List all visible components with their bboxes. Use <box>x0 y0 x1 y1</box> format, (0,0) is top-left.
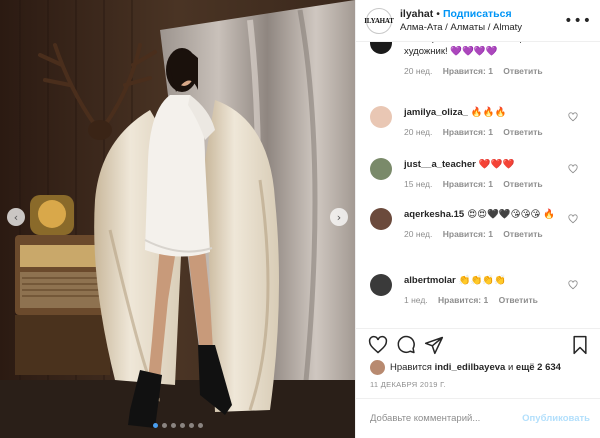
comment-likes[interactable]: Нравится: 1 <box>443 66 493 76</box>
comment-text: 😍😍🖤🖤😘😘😘 🔥 <box>467 209 555 220</box>
comment-username[interactable]: aqerkesha.15 <box>404 209 464 220</box>
likes-conjunction: и <box>507 361 514 373</box>
comment-item: albertmolar 👏👏👏👏 1 нед. Нравится: 1 Ответ… <box>356 274 600 307</box>
post-date[interactable]: 11 ДЕКАБРЯ 2019 Г. <box>370 380 446 389</box>
liker-username[interactable]: indi_edilbayeva <box>435 362 506 373</box>
carousel-dot <box>188 423 194 428</box>
comment-reply-button[interactable]: Ответить <box>503 179 542 189</box>
comment-likes[interactable]: Нравится: 1 <box>438 295 488 305</box>
comment-age[interactable]: 15 нед. <box>404 179 432 189</box>
carousel-dot <box>161 423 167 428</box>
carousel-dot <box>197 423 203 428</box>
comment-reply-button[interactable]: Ответить <box>499 295 538 305</box>
comment-age[interactable]: 20 нед. <box>404 66 432 76</box>
comment-reply-button[interactable]: Ответить <box>503 127 542 137</box>
comment-avatar[interactable] <box>370 42 392 54</box>
comment-age[interactable]: 20 нед. <box>404 127 432 137</box>
comments-list[interactable]: не оторвать! Вы - настоящий художник! 💜💜… <box>356 42 600 328</box>
comment-avatar[interactable] <box>370 158 392 180</box>
liker-avatar[interactable] <box>370 359 385 375</box>
comment-avatar[interactable] <box>370 106 392 128</box>
chevron-right-icon: › <box>336 210 342 224</box>
comment-item: не оторвать! Вы - настоящий художник! 💜💜… <box>356 42 600 78</box>
comment-text: не оторвать! Вы - настоящий художник! 💜💜… <box>404 42 532 57</box>
comment-item: just__a_teacher ❤️❤️❤️ 15 нед. Нравится: … <box>356 158 600 191</box>
comment-likes[interactable]: Нравится: 1 <box>443 127 493 137</box>
add-comment-input[interactable] <box>370 413 523 424</box>
comment-username[interactable]: albertmolar <box>404 275 456 286</box>
like-comment-heart-icon[interactable] <box>568 164 578 174</box>
post-header: ILYAHAT ilyahat • Подписаться Алма-Ата /… <box>356 0 600 42</box>
post-photo[interactable]: ‹ › <box>0 0 355 438</box>
profile-logo-text: ILYAHAT <box>364 16 394 25</box>
comment-text: ❤️❤️❤️ <box>478 159 515 170</box>
carousel-dot <box>170 423 176 428</box>
likes-prefix: Нравится <box>390 361 432 373</box>
post-username[interactable]: ilyahat <box>400 8 433 20</box>
likes-summary: Нравится indi_edilbayeva и ещё 2 634 <box>370 358 592 376</box>
comment-username[interactable]: just__a_teacher <box>404 159 476 170</box>
comment-age[interactable]: 1 нед. <box>404 295 428 305</box>
previous-photo-button[interactable]: ‹ <box>7 208 25 226</box>
share-icon[interactable] <box>424 335 444 355</box>
header-separator: • <box>436 8 440 20</box>
chevron-left-icon: ‹ <box>13 210 19 224</box>
comment-likes[interactable]: Нравится: 1 <box>443 179 493 189</box>
add-comment-bar: Опубликовать <box>356 398 600 438</box>
carousel-dots <box>0 423 355 428</box>
like-comment-heart-icon[interactable] <box>568 214 578 224</box>
like-comment-heart-icon[interactable] <box>568 112 578 122</box>
next-photo-button[interactable]: › <box>330 208 348 226</box>
carousel-dot <box>179 423 185 428</box>
comment-likes[interactable]: Нравится: 1 <box>443 229 493 239</box>
post-location[interactable]: Алма-Ата / Алматы / Almaty <box>400 22 564 33</box>
like-comment-heart-icon[interactable] <box>568 280 578 290</box>
profile-avatar[interactable]: ILYAHAT <box>364 7 394 34</box>
bookmark-icon[interactable] <box>570 335 590 355</box>
comment-reply-button[interactable]: Ответить <box>503 229 542 239</box>
carousel-dot <box>152 423 158 428</box>
comment-item: aqerkesha.15 😍😍🖤🖤😘😘😘 🔥 20 нед. Нравится: … <box>356 208 600 241</box>
comment-avatar[interactable] <box>370 208 392 230</box>
comment-icon[interactable] <box>396 335 416 355</box>
photo-illustration <box>0 0 355 438</box>
follow-button[interactable]: Подписаться <box>443 8 512 20</box>
more-icon: ••• <box>564 12 592 29</box>
heart-icon[interactable] <box>368 335 388 355</box>
comment-text: 👏👏👏👏 <box>458 275 507 286</box>
more-options-button[interactable]: ••• <box>564 13 592 29</box>
post-side-panel: ILYAHAT ilyahat • Подписаться Алма-Ата /… <box>355 0 600 438</box>
publish-button[interactable]: Опубликовать <box>522 413 590 424</box>
comment-reply-button[interactable]: Ответить <box>503 66 542 76</box>
comment-avatar[interactable] <box>370 274 392 296</box>
comment-age[interactable]: 20 нед. <box>404 229 432 239</box>
comment-username[interactable]: jamilya_oliza_ <box>404 107 468 118</box>
comment-text: 🔥🔥🔥 <box>470 107 507 118</box>
likes-others-count[interactable]: ещё 2 634 <box>516 362 561 373</box>
post-actions-bar <box>356 328 600 358</box>
comment-item: jamilya_oliza_ 🔥🔥🔥 20 нед. Нравится: 1 От… <box>356 106 600 139</box>
